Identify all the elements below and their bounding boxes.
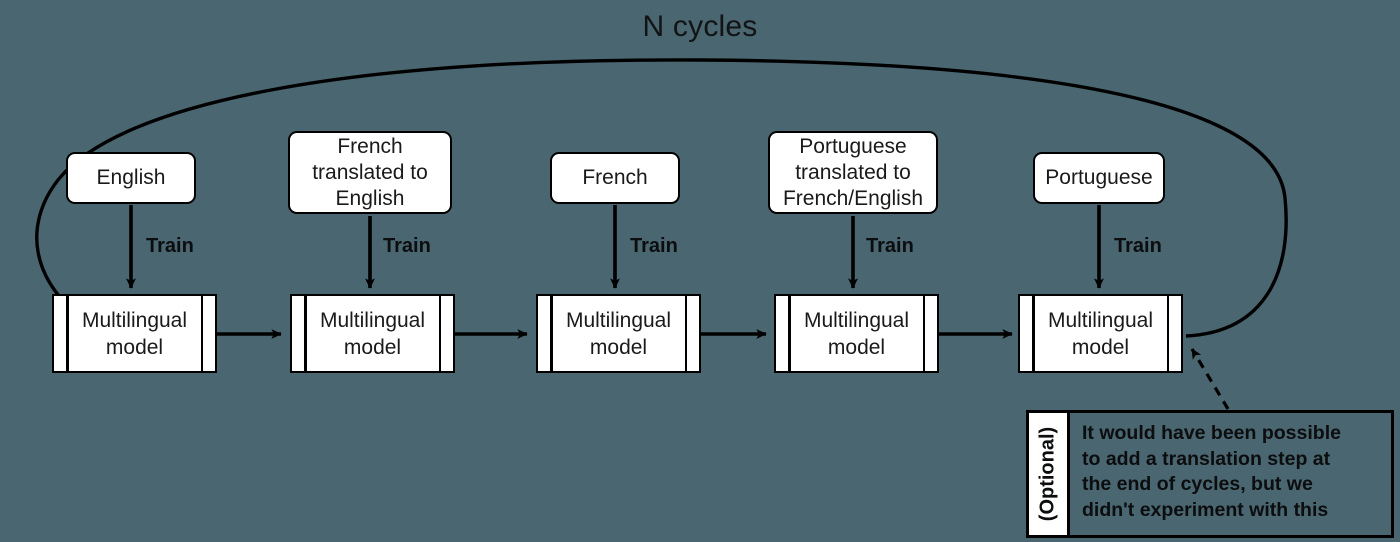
model-box-4-right-bar bbox=[922, 296, 925, 371]
train-label-1: Train bbox=[146, 235, 194, 257]
model-box-1-right-bar bbox=[200, 296, 203, 371]
optional-note-tab-label: (Optional) bbox=[1036, 426, 1059, 522]
model-box-1-label: Multilingual model bbox=[81, 308, 188, 359]
optional-note-body: It would have been possible to add a tra… bbox=[1082, 422, 1341, 521]
source-box-english[interactable]: English bbox=[66, 152, 196, 204]
model-box-2-left-bar bbox=[304, 296, 307, 371]
model-box-3-right-bar bbox=[684, 296, 687, 371]
model-box-4-label: Multilingual model bbox=[803, 308, 910, 359]
model-box-2-label: Multilingual model bbox=[319, 308, 426, 359]
optional-note[interactable]: (Optional) It would have been possible t… bbox=[1026, 410, 1394, 538]
model-box-4[interactable]: Multilingual model bbox=[774, 294, 939, 373]
model-box-2-right-bar bbox=[438, 296, 441, 371]
train-label-2: Train bbox=[383, 235, 431, 257]
source-box-english-label: English bbox=[96, 166, 166, 189]
model-box-3-label: Multilingual model bbox=[565, 308, 672, 359]
model-box-5[interactable]: Multilingual model bbox=[1018, 294, 1183, 373]
model-box-5-right-bar bbox=[1166, 296, 1169, 371]
train-label-3: Train bbox=[630, 235, 678, 257]
model-box-3[interactable]: Multilingual model bbox=[536, 294, 701, 373]
model-box-5-left-bar bbox=[1032, 296, 1035, 371]
model-box-5-label: Multilingual model bbox=[1047, 308, 1154, 359]
source-box-portuguese[interactable]: Portuguese bbox=[1033, 152, 1165, 204]
diagram-canvas: N cycles English Train Multilingual mode… bbox=[0, 0, 1400, 542]
model-box-1[interactable]: Multilingual model bbox=[52, 294, 217, 373]
page-title: N cycles bbox=[642, 10, 758, 43]
train-label-5: Train bbox=[1114, 235, 1162, 257]
model-box-2[interactable]: Multilingual model bbox=[290, 294, 455, 373]
model-box-3-left-bar bbox=[550, 296, 553, 371]
source-box-french-translated[interactable]: French translated to English bbox=[288, 131, 452, 214]
model-box-1-left-bar bbox=[66, 296, 69, 371]
source-box-french-label: French bbox=[582, 166, 648, 189]
model-box-4-left-bar bbox=[788, 296, 791, 371]
source-box-french-translated-label: French translated to English bbox=[312, 134, 428, 210]
source-box-portuguese-label: Portuguese bbox=[1045, 166, 1153, 189]
source-box-portuguese-translated-label: Portuguese translated to French/English bbox=[782, 134, 924, 210]
source-box-portuguese-translated[interactable]: Portuguese translated to French/English bbox=[768, 131, 938, 214]
optional-note-connector bbox=[1190, 348, 1230, 410]
train-label-4: Train bbox=[866, 235, 914, 257]
optional-note-tab: (Optional) bbox=[1029, 413, 1070, 535]
source-box-french[interactable]: French bbox=[550, 152, 680, 204]
